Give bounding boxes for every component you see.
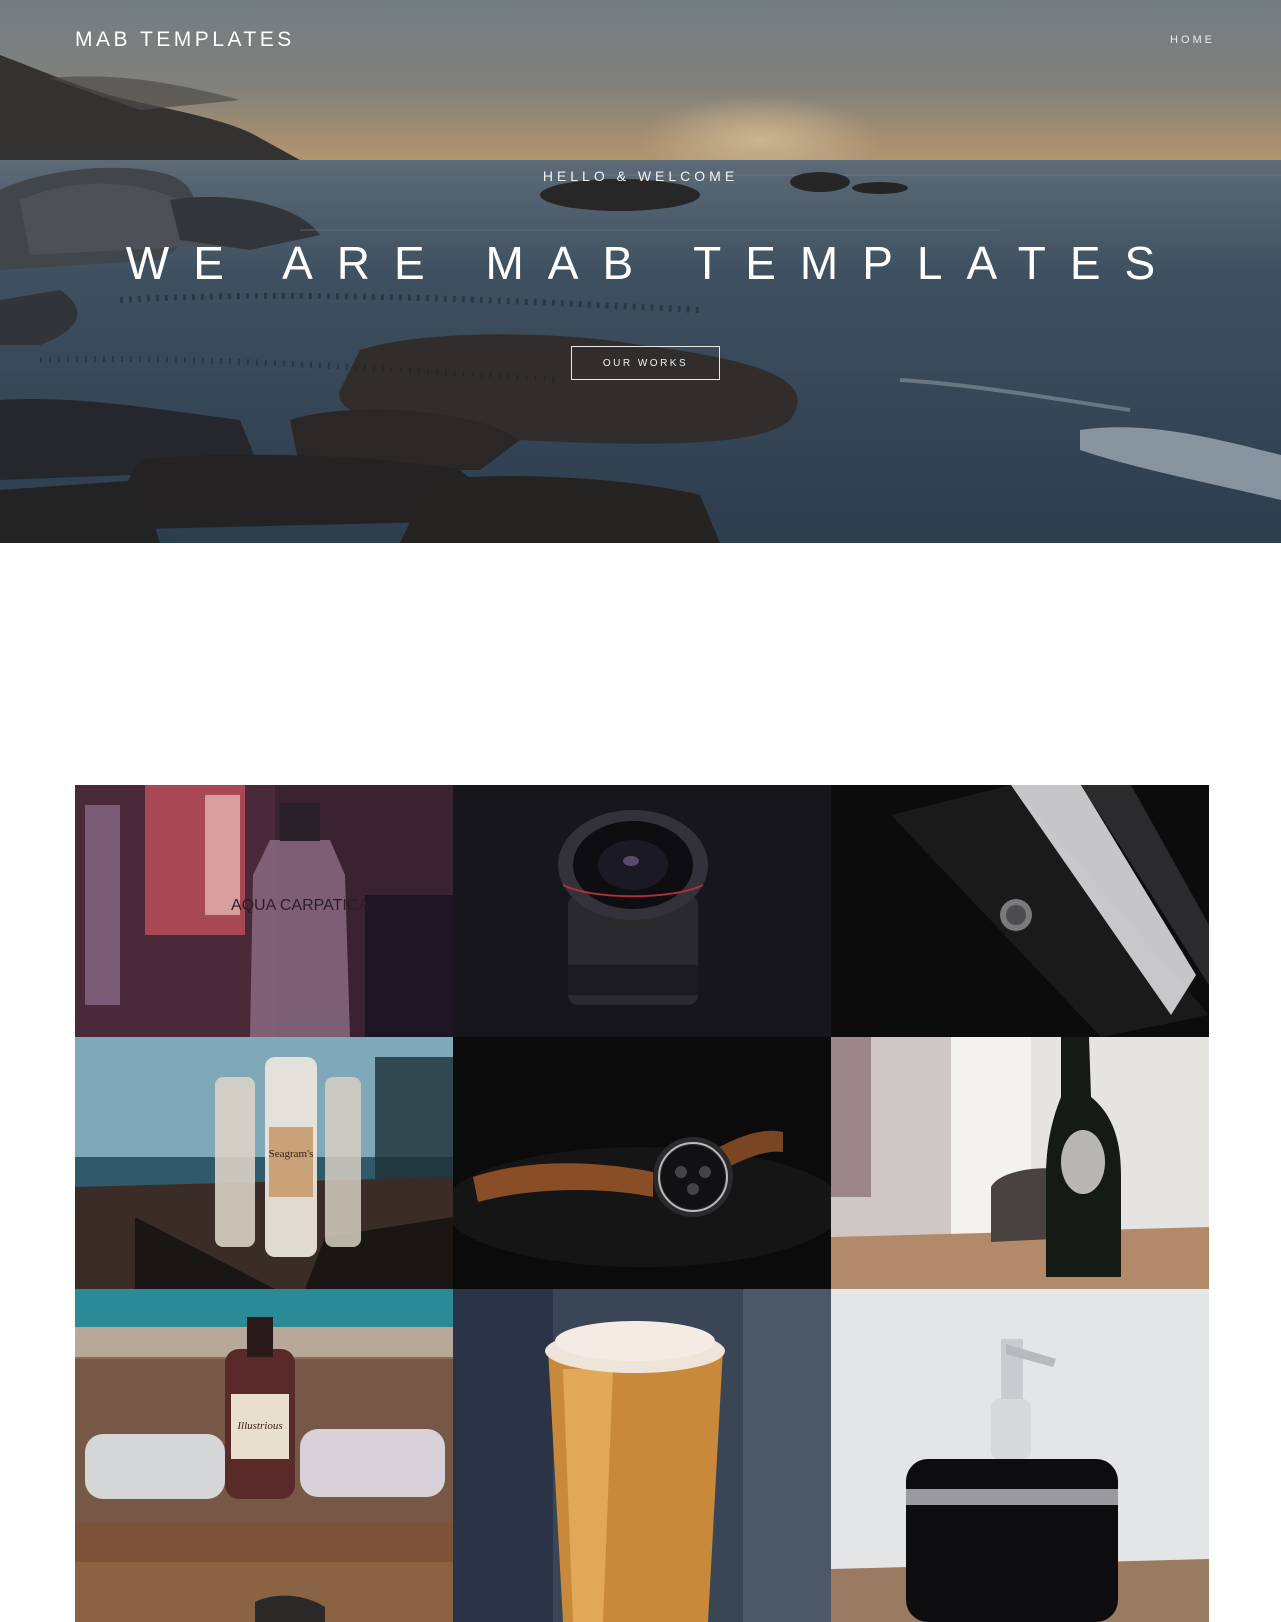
gallery-item-soap-dispenser[interactable] <box>831 1289 1209 1622</box>
wristwatch-image <box>453 1037 831 1289</box>
water-bottle-image: AQUA CARPATICA <box>75 785 453 1037</box>
nav-link-home[interactable]: HOME <box>1170 34 1215 46</box>
gallery-item-beer-glass[interactable] <box>453 1289 831 1622</box>
our-works-button[interactable]: OUR WORKS <box>571 346 720 380</box>
beer-glass-image <box>453 1289 831 1622</box>
site-logo[interactable]: MAB TEMPLATES <box>75 28 295 52</box>
liquor-bottle-label: Illustrious <box>236 1420 282 1432</box>
gin-bottle-label: Seagram's <box>269 1148 314 1160</box>
smartphone-image <box>831 785 1209 1037</box>
gallery-item-brown-photo[interactable] <box>75 1522 453 1622</box>
water-bottle-label: AQUA CARPATICA <box>231 897 369 914</box>
gallery-item-wine-bottle[interactable] <box>831 1037 1209 1289</box>
gallery-item-wristwatch[interactable] <box>453 1037 831 1289</box>
gallery-item-liquor-bottles[interactable]: Illustrious <box>75 1289 453 1522</box>
gallery-item-camera-lens[interactable] <box>453 785 831 1037</box>
hero-kicker: HELLO & WELCOME <box>542 168 739 184</box>
brown-photo-image <box>75 1522 453 1622</box>
gallery-item-smartphone[interactable] <box>831 785 1209 1037</box>
liquor-bottles-image: Illustrious <box>75 1289 453 1522</box>
soap-dispenser-image <box>831 1289 1209 1622</box>
gin-bottles-image: Seagram's <box>75 1037 453 1289</box>
gallery-item-water-bottle[interactable]: AQUA CARPATICA <box>75 785 453 1037</box>
wine-bottle-image <box>831 1037 1209 1289</box>
camera-lens-image <box>453 785 831 1037</box>
hero-section: MAB TEMPLATES HOME HELLO & WELCOME WE AR… <box>0 0 1281 543</box>
hero-headline: WE ARE MAB TEMPLATES <box>125 237 1180 289</box>
portfolio-gallery: AQUA CARPATICA Seagram's Illustrious <box>75 785 1209 1622</box>
gallery-item-gin-bottles[interactable]: Seagram's <box>75 1037 453 1289</box>
